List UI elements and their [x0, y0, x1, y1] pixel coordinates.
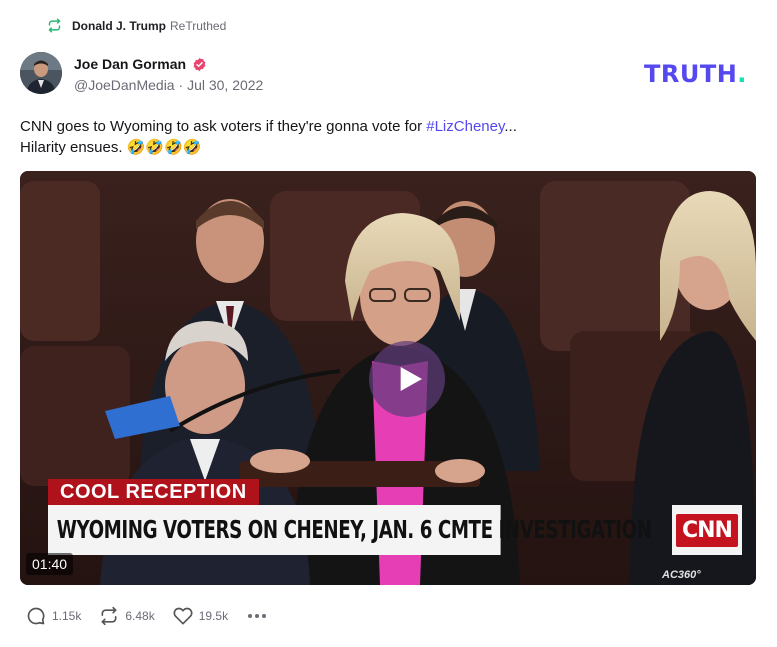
meta-separator: · [178, 77, 184, 93]
truth-logo: TRUTH. [644, 60, 747, 88]
heart-icon [173, 607, 193, 625]
lower-third-headline: WYOMING VOTERS ON CHENEY, JAN. 6 CMTE IN… [48, 505, 652, 555]
author-name[interactable]: Joe Dan Gorman [74, 56, 186, 72]
retruth-icon [48, 18, 61, 33]
post-line-2: Hilarity ensues. 🤣🤣🤣🤣 [20, 139, 202, 156]
reply-button[interactable]: 1.15k [26, 606, 81, 626]
avatar[interactable] [20, 52, 62, 94]
retruth-icon [101, 606, 117, 626]
video-duration: 01:40 [26, 553, 74, 575]
post-actions: 1.15k 6.48k 19.5k [26, 606, 267, 626]
retruth-banner: Donald J. Trump ReTruthed [47, 18, 226, 33]
post-date[interactable]: Jul 30, 2022 [187, 77, 263, 93]
more-options-icon[interactable] [248, 614, 267, 618]
author-meta: @JoeDanMedia · Jul 30, 2022 [74, 77, 263, 93]
retruth-user[interactable]: Donald J. Trump [72, 19, 166, 33]
post-author: Joe Dan Gorman @JoeDanMedia · Jul 30, 20… [20, 52, 263, 94]
show-bug: AC360° [662, 569, 701, 581]
cnn-logo: CNN [676, 513, 738, 547]
lower-third-tag: COOL RECEPTION [48, 479, 259, 505]
post-text-ellipsis: ... [504, 118, 517, 135]
truth-logo-dot: . [737, 60, 747, 88]
hashtag-link[interactable]: #LizCheney [426, 118, 504, 135]
post-line-1: CNN goes to Wyoming to ask voters if the… [20, 116, 760, 137]
retruth-verb: ReTruthed [170, 18, 227, 33]
like-button[interactable]: 19.5k [173, 606, 228, 626]
like-count: 19.5k [198, 609, 229, 623]
post-text-prefix: CNN goes to Wyoming to ask voters if the… [20, 118, 427, 135]
video-player[interactable]: COOL RECEPTION WYOMING VOTERS ON CHENEY,… [20, 171, 756, 585]
post-body: CNN goes to Wyoming to ask voters if the… [20, 116, 760, 158]
reply-icon [27, 607, 45, 625]
network-logo-box: CNN [672, 505, 742, 555]
play-icon [400, 367, 422, 391]
retruth-count: 6.48k [125, 609, 155, 623]
verified-badge-icon [193, 57, 206, 71]
author-handle[interactable]: @JoeDanMedia [74, 77, 175, 93]
play-button[interactable] [369, 341, 445, 417]
retruth-button[interactable]: 6.48k [99, 606, 155, 626]
reply-count: 1.15k [52, 609, 82, 623]
truth-logo-text: TRUTH [644, 60, 738, 88]
